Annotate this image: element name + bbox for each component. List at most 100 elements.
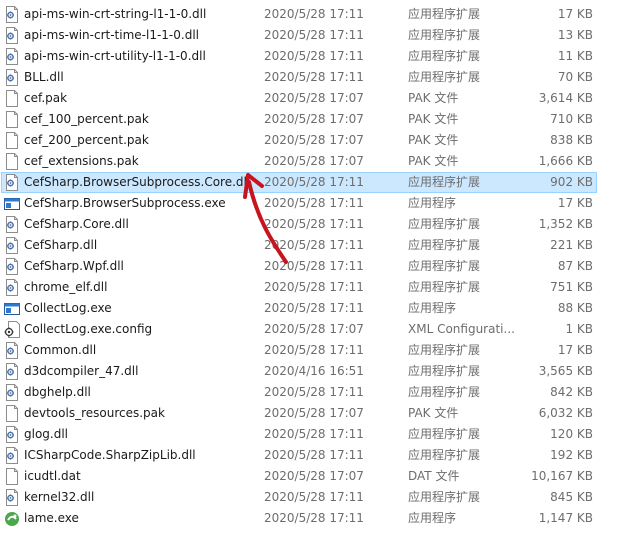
file-size: 17 KB (557, 7, 593, 21)
file-size: 13 KB (557, 28, 593, 42)
file-row[interactable]: api-ms-win-crt-string-l1-1-0.dll 2020/5/2… (0, 4, 641, 25)
file-date: 2020/5/28 17:07 (264, 469, 364, 483)
file-date: 2020/5/28 17:11 (264, 280, 364, 294)
file-size: 751 KB (550, 280, 593, 294)
file-name: CollectLog.exe.config (24, 322, 153, 336)
file-row[interactable]: cef_100_percent.pak 2020/5/28 17:07 PAK 文件… (0, 109, 641, 130)
file-row[interactable]: icudtl.dat 2020/5/28 17:07 DAT 文件 10,167 KB (0, 466, 641, 487)
file-row[interactable]: CefSharp.Core.dll 2020/5/28 17:11 应用程序扩展 1,… (0, 214, 641, 235)
file-size: 17 KB (557, 196, 593, 210)
file-row[interactable]: api-ms-win-crt-time-l1-1-0.dll 2020/5/28 … (0, 25, 641, 46)
dll-gear-icon (6, 363, 18, 380)
blank-file-icon (6, 90, 18, 107)
file-type: 应用程序 (408, 301, 457, 315)
file-date: 2020/5/28 17:11 (264, 448, 364, 462)
file-row[interactable]: Common.dll 2020/5/28 17:11 应用程序扩展 17 KB (0, 340, 641, 361)
file-name: ICSharpCode.SharpZipLib.dll (24, 448, 196, 462)
file-date: 2020/5/28 17:07 (264, 112, 364, 126)
exe-window-icon (4, 303, 20, 315)
lame-app-icon (5, 512, 19, 526)
file-size: 6,032 KB (538, 406, 593, 420)
file-row[interactable]: CollectLog.exe.config 2020/5/28 17:07 XML … (0, 319, 641, 340)
file-row[interactable]: cef_200_percent.pak 2020/5/28 17:07 PAK 文件… (0, 130, 641, 151)
file-name: dbghelp.dll (24, 385, 91, 399)
file-row[interactable]: cef_extensions.pak 2020/5/28 17:07 PAK 文件 1… (0, 151, 641, 172)
dll-gear-icon (6, 216, 18, 233)
file-row[interactable]: glog.dll 2020/5/28 17:11 应用程序扩展 120 KB (0, 424, 641, 445)
file-row[interactable]: d3dcompiler_47.dll 2020/4/16 16:51 应用程序扩展 3… (0, 361, 641, 382)
file-date: 2020/5/28 17:11 (264, 427, 364, 441)
file-row-selected[interactable]: CefSharp.BrowserSubprocess.Core.dll 2020/… (0, 172, 641, 193)
file-row[interactable]: ICSharpCode.SharpZipLib.dll 2020/5/28 17:… (0, 445, 641, 466)
file-type: 应用程序扩展 (408, 7, 481, 21)
file-size: 120 KB (550, 427, 593, 441)
file-type: PAK 文件 (408, 91, 459, 105)
file-type: PAK 文件 (408, 133, 459, 147)
file-date: 2020/5/28 17:11 (264, 511, 364, 525)
file-name: CefSharp.Core.dll (24, 217, 129, 231)
file-type: 应用程序扩展 (408, 259, 481, 273)
file-size: 70 KB (557, 70, 593, 84)
dll-gear-icon (6, 6, 18, 23)
blank-file-icon (6, 132, 18, 149)
file-date: 2020/5/28 17:07 (264, 154, 364, 168)
file-type: PAK 文件 (408, 154, 459, 168)
file-row[interactable]: lame.exe 2020/5/28 17:11 应用程序 1,147 KB (0, 508, 641, 529)
file-size: 17 KB (557, 343, 593, 357)
file-type: 应用程序扩展 (408, 175, 481, 189)
file-name: icudtl.dat (24, 469, 81, 483)
file-date: 2020/4/16 16:51 (264, 364, 364, 378)
file-name: devtools_resources.pak (24, 406, 165, 420)
file-row[interactable]: CefSharp.BrowserSubprocess.exe 2020/5/28 … (0, 193, 641, 214)
file-date: 2020/5/28 17:11 (264, 7, 364, 21)
file-name: glog.dll (24, 427, 69, 441)
file-size: 902 KB (550, 175, 593, 189)
dll-gear-icon (6, 384, 18, 401)
file-name: cef_100_percent.pak (24, 112, 149, 126)
dll-gear-icon (6, 48, 18, 65)
file-size: 88 KB (557, 301, 593, 315)
file-row[interactable]: dbghelp.dll 2020/5/28 17:11 应用程序扩展 842 KB (0, 382, 641, 403)
file-type: PAK 文件 (408, 406, 459, 420)
file-date: 2020/5/28 17:07 (264, 133, 364, 147)
file-name: api-ms-win-crt-string-l1-1-0.dll (24, 7, 207, 21)
file-date: 2020/5/28 17:11 (264, 217, 364, 231)
file-row[interactable]: api-ms-win-crt-utility-l1-1-0.dll 2020/5/… (0, 46, 641, 67)
file-row[interactable]: devtools_resources.pak 2020/5/28 17:07 PAK… (0, 403, 641, 424)
dll-gear-icon (6, 447, 18, 464)
file-name: kernel32.dll (24, 490, 95, 504)
file-size: 1 KB (565, 322, 593, 336)
file-row[interactable]: BLL.dll 2020/5/28 17:11 应用程序扩展 70 KB (0, 67, 641, 88)
file-date: 2020/5/28 17:11 (264, 238, 364, 252)
file-date: 2020/5/28 17:11 (264, 175, 364, 189)
file-row[interactable]: CollectLog.exe 2020/5/28 17:11 应用程序 88 KB (0, 298, 641, 319)
file-size: 1,147 KB (538, 511, 593, 525)
exe-window-icon (4, 198, 20, 210)
file-date: 2020/5/28 17:11 (264, 28, 364, 42)
file-name: Common.dll (24, 343, 97, 357)
file-name: api-ms-win-crt-time-l1-1-0.dll (24, 28, 199, 42)
file-size: 3,614 KB (538, 91, 593, 105)
file-type: 应用程序扩展 (408, 343, 481, 357)
file-name: cef_200_percent.pak (24, 133, 149, 147)
file-type: DAT 文件 (408, 469, 460, 483)
file-type: 应用程序扩展 (408, 70, 481, 84)
file-row[interactable]: chrome_elf.dll 2020/5/28 17:11 应用程序扩展 751 K… (0, 277, 641, 298)
file-type: 应用程序扩展 (408, 49, 481, 63)
file-name: cef.pak (24, 91, 68, 105)
file-row[interactable]: kernel32.dll 2020/5/28 17:11 应用程序扩展 845 KB (0, 487, 641, 508)
file-row[interactable]: CefSharp.dll 2020/5/28 17:11 应用程序扩展 221 KB (0, 235, 641, 256)
file-size: 1,352 KB (538, 217, 593, 231)
file-type: 应用程序扩展 (408, 280, 481, 294)
dll-gear-icon (6, 174, 18, 191)
file-row[interactable]: cef.pak 2020/5/28 17:07 PAK 文件 3,614 KB (0, 88, 641, 109)
file-size: 845 KB (550, 490, 593, 504)
file-name: CefSharp.dll (24, 238, 98, 252)
file-type: 应用程序扩展 (408, 427, 481, 441)
dll-gear-icon (6, 27, 18, 44)
file-row[interactable]: CefSharp.Wpf.dll 2020/5/28 17:11 应用程序扩展 87 … (0, 256, 641, 277)
file-size: 842 KB (550, 385, 593, 399)
file-type: XML Configurati... (408, 322, 515, 336)
file-name: CefSharp.BrowserSubprocess.Core.dll (24, 175, 251, 189)
blank-file-icon (6, 468, 18, 485)
